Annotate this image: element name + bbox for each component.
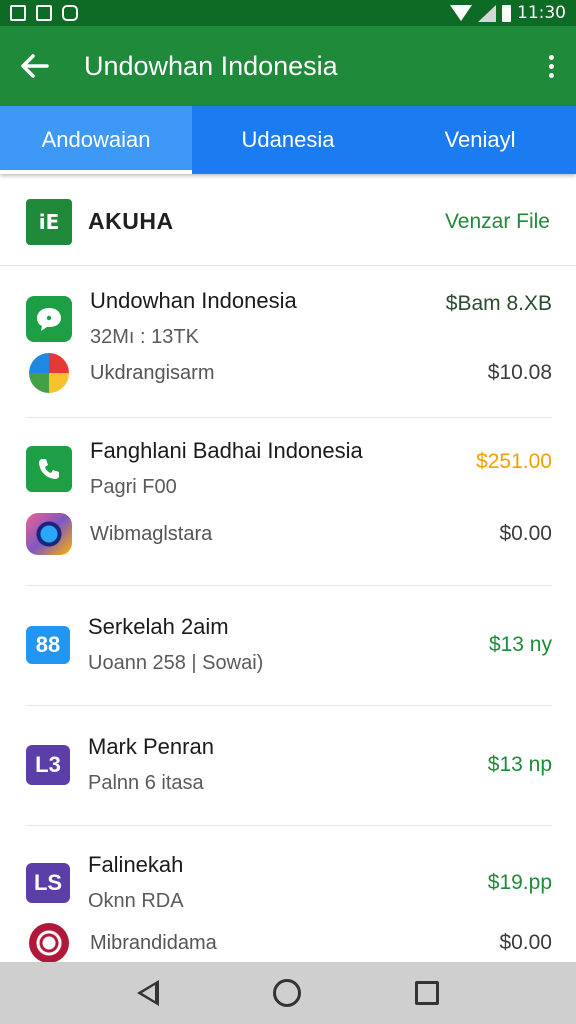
camera-icon <box>26 513 72 555</box>
item-price: $13 np <box>487 752 552 776</box>
subitem-name: Wibmaglstara <box>90 522 213 545</box>
subitem-name: Mibrandidama <box>90 931 217 954</box>
app-icon: LS <box>26 862 70 903</box>
status-bar: 11:30 <box>0 0 576 26</box>
tab-udanesia[interactable]: Udanesia <box>192 106 384 174</box>
item-price: $13 ny <box>488 632 552 656</box>
signal-icon <box>478 4 496 22</box>
item-name: Serkelah 2aim <box>88 614 229 639</box>
item-subtitle: Oknn RDA <box>88 890 184 912</box>
subitem-price: $0.00 <box>499 931 552 954</box>
pinwheel-icon <box>29 353 69 393</box>
list-item[interactable]: LS Falinekah Oknn RDA $19.pp Mibrandidam… <box>26 826 552 966</box>
page-title: Undowhan Indonesia <box>84 50 338 81</box>
wifi-icon <box>450 5 472 21</box>
photo-icon <box>36 5 52 21</box>
item-price: $251.00 <box>476 449 552 473</box>
subitem-price: $0.00 <box>499 522 552 545</box>
list-item[interactable]: Fanghlani Badhai Indonesia Pagri F00 $25… <box>26 418 552 586</box>
item-name: Falinekah <box>88 852 184 877</box>
item-subtitle: 32Mı : 13TK <box>90 326 199 348</box>
chat-icon <box>26 295 72 342</box>
app-bar: Undowhan Indonesia <box>0 26 576 106</box>
subitem-price: $10.08 <box>487 361 552 384</box>
item-subtitle: Uoann 258 | Sowai) <box>88 652 264 674</box>
system-nav-bar <box>0 962 576 1024</box>
status-time: 11:30 <box>517 3 566 23</box>
back-button[interactable] <box>0 26 70 106</box>
instagram-icon <box>29 923 69 963</box>
item-name: Undowhan Indonesia <box>90 288 297 313</box>
list-item[interactable]: 88 Serkelah 2aim Uoann 258 | Sowai) $13 … <box>26 586 552 706</box>
item-subtitle: Palnn 6 itasa <box>88 772 204 794</box>
item-name: Fanghlani Badhai Indonesia <box>90 438 363 463</box>
image-icon <box>10 5 26 21</box>
list-item[interactable]: Undowhan Indonesia 32Mı : 13TK $Bam 8.XB… <box>26 266 552 418</box>
tab-veniayl[interactable]: Veniayl <box>384 106 576 174</box>
sheets-icon: iE <box>26 198 72 245</box>
shield-icon <box>62 5 78 21</box>
more-vertical-icon[interactable] <box>526 54 576 78</box>
nav-home-icon[interactable] <box>273 979 301 1007</box>
transaction-list: Undowhan Indonesia 32Mı : 13TK $Bam 8.XB… <box>0 266 576 966</box>
nav-recents-icon[interactable] <box>415 981 439 1005</box>
section-header: iE AKUHA Venzar File <box>0 178 576 266</box>
subitem-name: Ukdrangisarm <box>90 361 215 384</box>
arrow-left-icon <box>21 54 49 78</box>
list-item[interactable]: L3 Mark Penran Palnn 6 itasa $13 np <box>26 706 552 826</box>
phone-icon <box>26 445 72 492</box>
nav-back-icon[interactable] <box>137 980 159 1006</box>
item-name: Mark Penran <box>88 734 214 759</box>
item-subtitle: Pagri F00 <box>90 476 177 498</box>
view-file-link[interactable]: Venzar File <box>445 210 550 234</box>
tab-bar: Andowaian Udanesia Veniayl <box>0 106 576 174</box>
app-icon: L3 <box>26 744 70 785</box>
battery-icon <box>502 4 511 22</box>
app-icon: 88 <box>26 625 70 664</box>
item-price: $Bam 8.XB <box>445 291 552 315</box>
tab-andowaian[interactable]: Andowaian <box>0 106 192 174</box>
section-title: AKUHA <box>88 208 174 234</box>
item-price: $19.pp <box>487 870 552 894</box>
